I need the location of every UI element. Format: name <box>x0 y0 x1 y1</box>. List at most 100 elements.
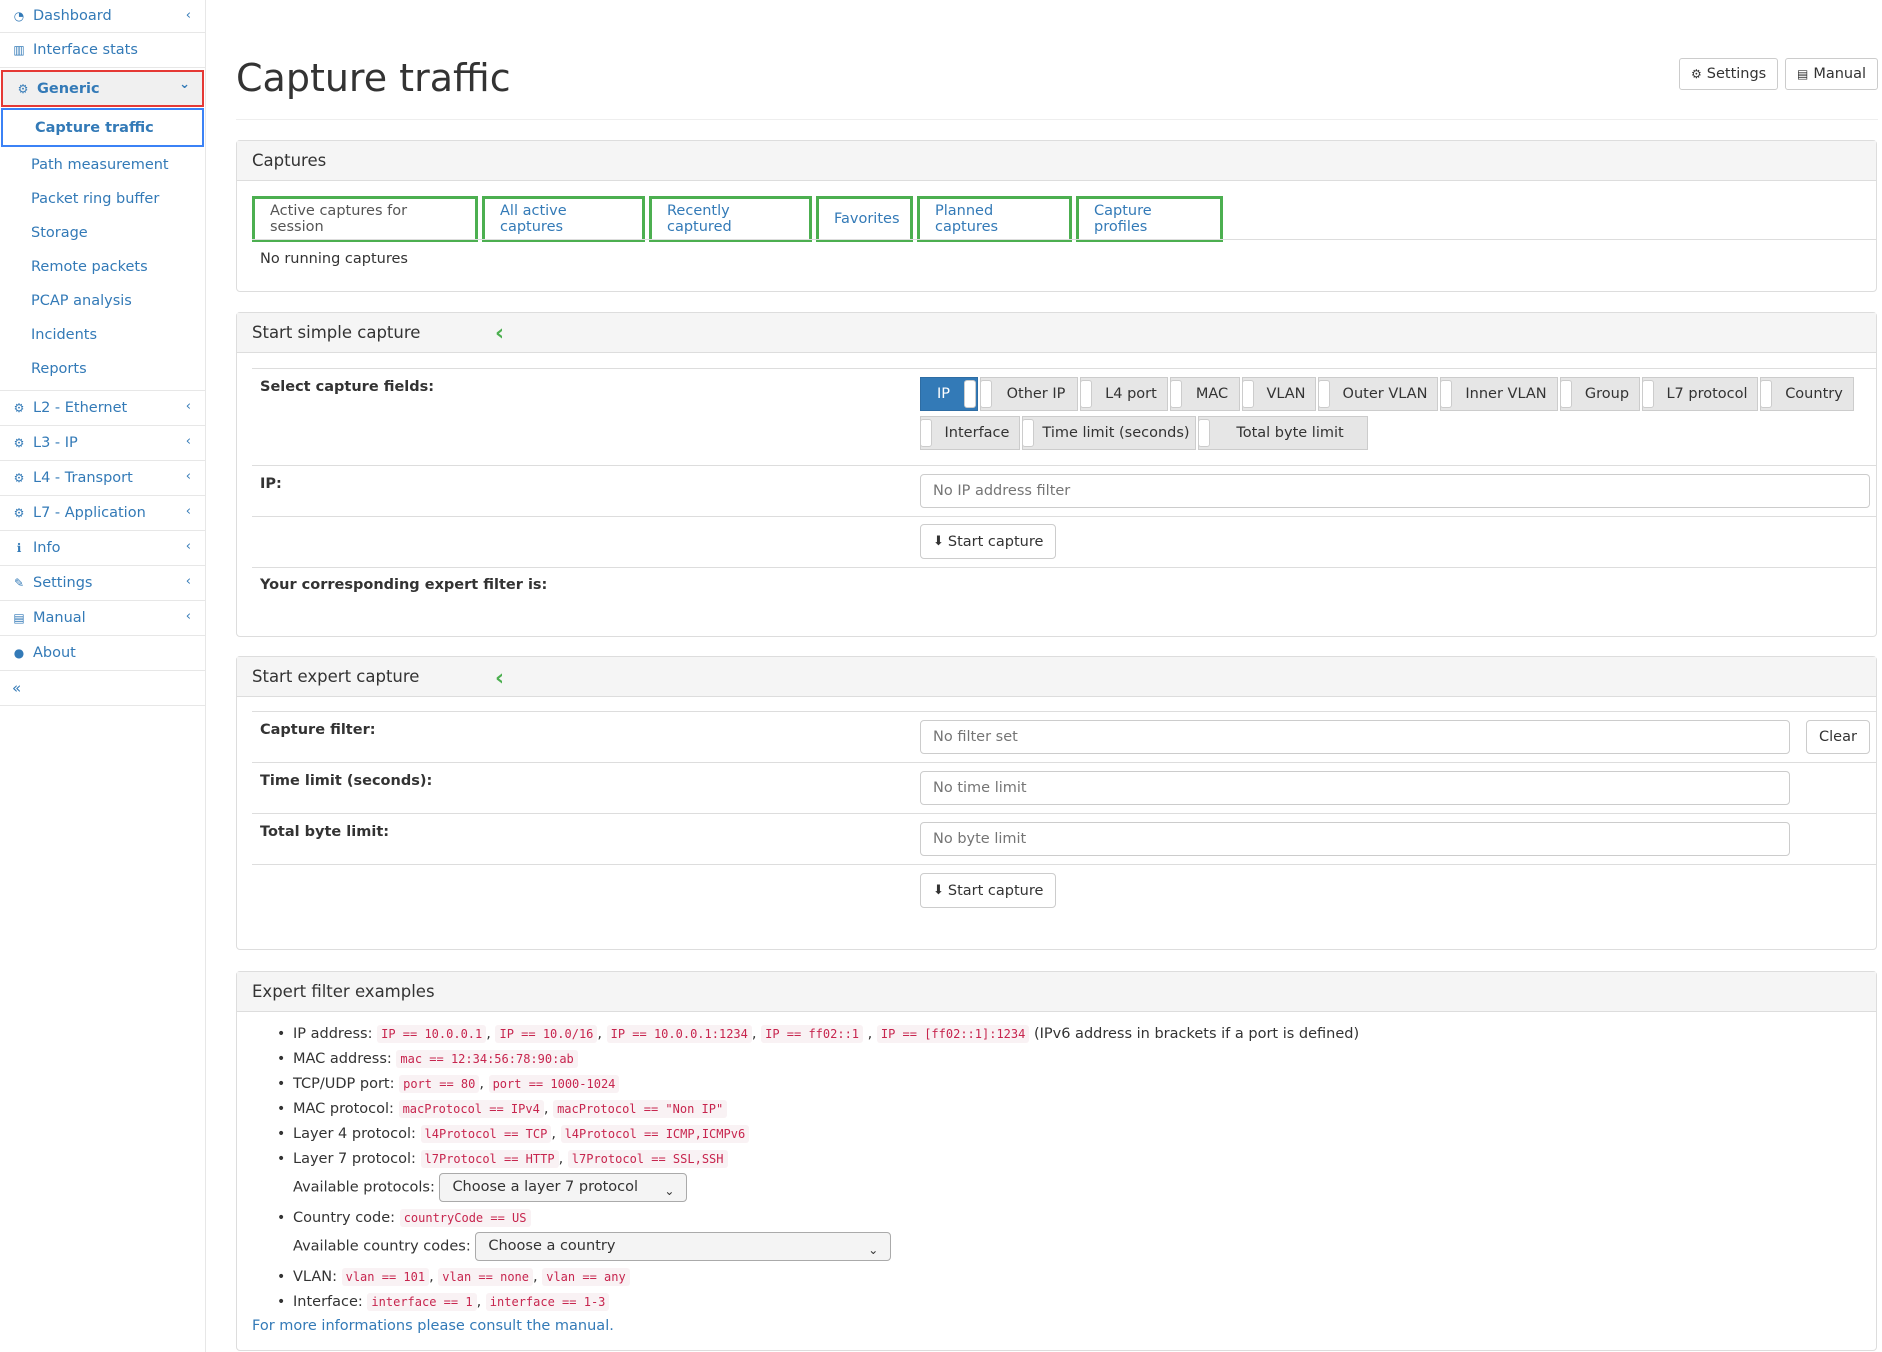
expert-start-row: ⬇ Start capture <box>252 864 1876 924</box>
sidebar-item-interface-stats[interactable]: ▥ Interface stats <box>0 33 205 68</box>
collapse-chevron-icon[interactable]: ‹ <box>495 321 504 346</box>
start-capture-button[interactable]: ⬇ Start capture <box>920 873 1057 908</box>
sidebar-item-l3-ip[interactable]: ⚙ L3 - IP ‹ <box>0 426 205 461</box>
manual-link[interactable]: For more informations please consult the… <box>252 1318 614 1334</box>
tab-capture-profiles[interactable]: Capture profiles <box>1076 196 1223 242</box>
sidebar-collapse-button[interactable]: « <box>0 671 205 706</box>
sidebar-item-incidents[interactable]: Incidents <box>0 318 205 352</box>
toggle-group[interactable]: Group <box>1560 377 1640 411</box>
sidebar-item-l2-ethernet[interactable]: ⚙ L2 - Ethernet ‹ <box>0 391 205 426</box>
panel-title: Start expert capture <box>252 667 420 686</box>
chevron-left-icon: ‹ <box>185 399 191 414</box>
clear-button[interactable]: Clear <box>1806 720 1870 754</box>
code-snippet: mac == 12:34:56:78:90:ab <box>396 1050 578 1068</box>
toggle-vlan[interactable]: VLAN <box>1242 377 1316 411</box>
toggle-interface[interactable]: Interface <box>920 416 1020 450</box>
tab-recently-captured[interactable]: Recently captured <box>649 196 812 242</box>
sidebar-item-path-measurement[interactable]: Path measurement <box>0 148 205 182</box>
toggle-inner-vlan[interactable]: Inner VLAN <box>1440 377 1558 411</box>
sidebar-item-l7-application[interactable]: ⚙ L7 - Application ‹ <box>0 496 205 531</box>
tab-all-active-captures[interactable]: All active captures <box>482 196 645 242</box>
toggle-label: L4 port <box>1105 386 1157 402</box>
ip-filter-input[interactable] <box>920 474 1870 508</box>
toggle-label: Total byte limit <box>1236 425 1344 441</box>
tab-planned-captures[interactable]: Planned captures <box>917 196 1072 242</box>
toggle-knob <box>1242 380 1254 408</box>
toggle-mac[interactable]: MAC <box>1170 377 1240 411</box>
tab-active-captures-for-session[interactable]: Active captures for session <box>252 196 478 242</box>
list-item: MAC protocol: macProtocol == IPv4, macPr… <box>277 1097 1359 1122</box>
start-capture-label: Start capture <box>947 533 1044 550</box>
capture-filter-input[interactable] <box>920 720 1790 754</box>
sidebar-item-settings[interactable]: ✎ Settings ‹ <box>0 566 205 601</box>
example-label: MAC protocol: <box>293 1101 394 1117</box>
gear-icon: ⚙ <box>13 436 25 450</box>
time-limit-row: Time limit (seconds): <box>252 762 1876 813</box>
sidebar-item-generic[interactable]: ⚙ Generic ⌄ <box>1 70 204 107</box>
code-snippet: vlan == none <box>438 1268 533 1286</box>
sidebar-item-l4-transport[interactable]: ⚙ L4 - Transport ‹ <box>0 461 205 496</box>
sidebar: ◔ Dashboard ‹ ▥ Interface stats ⚙ Generi… <box>0 0 206 1352</box>
toggle-knob <box>964 380 976 408</box>
toggle-outer-vlan[interactable]: Outer VLAN <box>1318 377 1438 411</box>
chevron-left-icon: ‹ <box>185 609 191 624</box>
toggle-time-limit[interactable]: Time limit (seconds) <box>1022 416 1196 450</box>
sidebar-item-manual[interactable]: ▤ Manual ‹ <box>0 601 205 636</box>
panel-heading: Expert filter examples <box>237 972 1876 1012</box>
time-limit-input[interactable] <box>920 771 1790 805</box>
sidebar-item-packet-ring-buffer[interactable]: Packet ring buffer <box>0 182 205 216</box>
start-capture-button[interactable]: ⬇ Start capture <box>920 524 1057 559</box>
sidebar-item-reports[interactable]: Reports <box>0 352 205 386</box>
code-snippet: IP == ff02::1 <box>761 1025 864 1043</box>
capture-fields-label: Select capture fields: <box>260 379 435 395</box>
toggle-knob <box>1198 419 1210 447</box>
toggle-label: Time limit (seconds) <box>1042 425 1190 441</box>
toggle-l4-port[interactable]: L4 port <box>1080 377 1168 411</box>
toggle-ip[interactable]: IP <box>920 377 978 411</box>
double-chevron-left-icon: « <box>12 679 22 697</box>
chevron-left-icon: ‹ <box>185 504 191 519</box>
byte-limit-input[interactable] <box>920 822 1790 856</box>
code-snippet: l7Protocol == SSL,SSH <box>567 1150 728 1168</box>
toggle-l7-protocol[interactable]: L7 protocol <box>1642 377 1758 411</box>
toggle-label: IP <box>937 386 951 402</box>
code-snippet: vlan == 101 <box>341 1268 430 1286</box>
code-snippet: port == 1000-1024 <box>488 1075 620 1093</box>
expert-filter-label: Your corresponding expert filter is: <box>260 577 548 593</box>
capture-filter-label: Capture filter: <box>260 722 376 738</box>
toggle-knob <box>980 380 992 408</box>
sidebar-item-storage[interactable]: Storage <box>0 216 205 250</box>
select-value: Choose a country <box>488 1238 616 1254</box>
tab-favorites[interactable]: Favorites <box>816 196 913 242</box>
toggle-total-byte-limit[interactable]: Total byte limit <box>1198 416 1368 450</box>
expert-capture-panel: Start expert capture ‹ Capture filter: C… <box>236 656 1877 950</box>
panel-title: Start simple capture <box>252 323 421 342</box>
sidebar-item-remote-packets[interactable]: Remote packets <box>0 250 205 284</box>
sidebar-item-about[interactable]: ● About <box>0 636 205 671</box>
toggle-other-ip[interactable]: Other IP <box>980 377 1078 411</box>
collapse-chevron-icon[interactable]: ‹ <box>495 666 504 691</box>
country-select[interactable]: Choose a country ⌄ <box>475 1232 892 1261</box>
time-limit-label: Time limit (seconds): <box>260 773 433 789</box>
settings-button-label: Settings <box>1706 66 1767 82</box>
toggle-knob <box>1170 380 1182 408</box>
l7-protocol-select[interactable]: Choose a layer 7 protocol ⌄ <box>439 1173 688 1202</box>
code-snippet: port == 80 <box>399 1075 480 1093</box>
toggle-knob <box>1440 380 1452 408</box>
sidebar-item-pcap-analysis[interactable]: PCAP analysis <box>0 284 205 318</box>
sidebar-item-label: Info <box>33 540 61 556</box>
sidebar-item-dashboard[interactable]: ◔ Dashboard ‹ <box>0 0 205 33</box>
list-item: IP address: IP == 10.0.0.1, IP == 10.0/1… <box>277 1022 1359 1047</box>
gear-icon: ⚙ <box>1691 67 1702 81</box>
sidebar-item-info[interactable]: ℹ Info ‹ <box>0 531 205 566</box>
manual-button[interactable]: ▤ Manual <box>1785 58 1879 90</box>
settings-button[interactable]: ⚙ Settings <box>1679 58 1779 90</box>
toggle-label: Outer VLAN <box>1342 386 1428 402</box>
toggle-label: VLAN <box>1266 386 1306 402</box>
toggle-label: MAC <box>1195 386 1229 402</box>
sidebar-item-capture-traffic[interactable]: Capture traffic <box>1 108 204 147</box>
toggle-country[interactable]: Country <box>1760 377 1854 411</box>
example-label: Country code: <box>293 1210 396 1226</box>
example-label: Layer 4 protocol: <box>293 1126 416 1142</box>
example-label: VLAN: <box>293 1269 337 1285</box>
